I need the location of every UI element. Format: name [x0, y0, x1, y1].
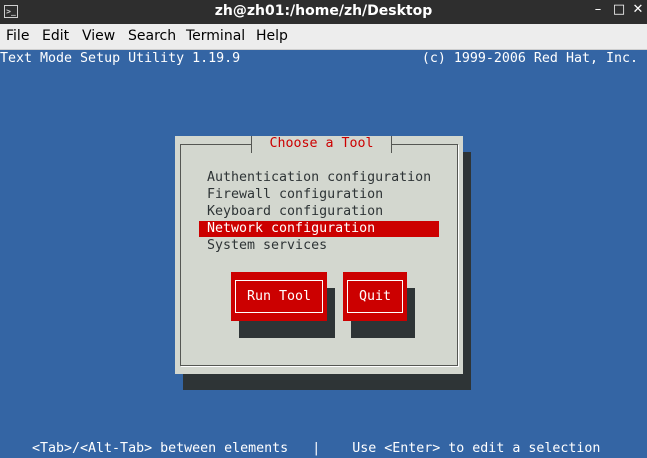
header-right-text: (c) 1999-2006 Red Hat, Inc. — [421, 51, 638, 66]
footer-help-text: <Tab>/<Alt-Tab> between elements | Use <… — [32, 441, 601, 456]
quit-button-label: Quit — [347, 280, 403, 313]
tool-item-authentication[interactable]: Authentication configuration — [207, 170, 431, 185]
tool-item-firewall[interactable]: Firewall configuration — [207, 187, 383, 202]
maximize-button[interactable]: □ — [609, 2, 629, 17]
dialog-title: Choose a Tool — [243, 136, 400, 153]
close-button[interactable]: ✕ — [628, 2, 647, 17]
terminal-screen[interactable]: Text Mode Setup Utility 1.19.9 (c) 1999-… — [0, 50, 647, 458]
menu-bar: File Edit View Search Terminal Help — [0, 24, 647, 50]
menu-edit[interactable]: Edit — [42, 28, 69, 44]
menu-terminal[interactable]: Terminal — [186, 28, 245, 44]
tool-item-network[interactable]: Network configuration — [199, 221, 439, 237]
window-titlebar[interactable]: >_ zh@zh01:/home/zh/Desktop – □ ✕ — [0, 0, 647, 24]
run-tool-button[interactable]: Run Tool — [231, 272, 327, 321]
menu-file[interactable]: File — [6, 28, 29, 44]
header-left-text: Text Mode Setup Utility 1.19.9 — [0, 51, 241, 66]
run-tool-button-label: Run Tool — [235, 280, 323, 313]
choose-tool-dialog: Choose a Tool Authentication configurati… — [175, 136, 463, 374]
quit-button[interactable]: Quit — [343, 272, 407, 321]
window-title: zh@zh01:/home/zh/Desktop — [214, 3, 433, 19]
tool-item-system-services[interactable]: System services — [207, 238, 327, 253]
minimize-button[interactable]: – — [588, 2, 608, 17]
tool-item-keyboard[interactable]: Keyboard configuration — [207, 204, 383, 219]
menu-help[interactable]: Help — [256, 28, 288, 44]
menu-view[interactable]: View — [82, 28, 115, 44]
menu-search[interactable]: Search — [128, 28, 176, 44]
